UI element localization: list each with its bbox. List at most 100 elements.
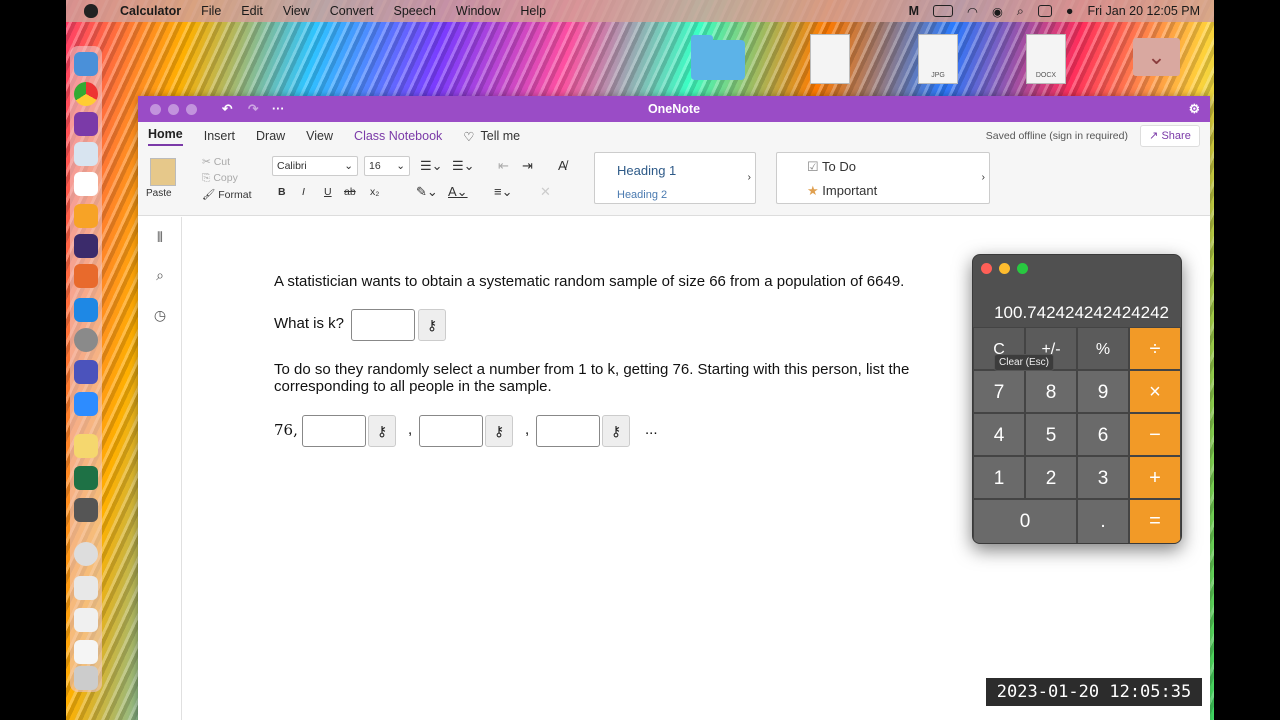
plus-button[interactable]: +: [1129, 456, 1181, 499]
siri-icon[interactable]: ●: [1066, 4, 1074, 18]
cut-button[interactable]: ✂ Cut: [202, 156, 230, 168]
style-heading-1[interactable]: Heading 1: [617, 163, 676, 178]
digit-3-button[interactable]: 3: [1077, 456, 1129, 499]
sample-answer-input[interactable]: [419, 415, 483, 447]
desktop-jpg-file-icon[interactable]: JPG: [918, 34, 958, 84]
tag-to-do[interactable]: ☑ To Do: [807, 159, 856, 175]
minimized-window-icon[interactable]: [74, 640, 98, 664]
chrome-icon[interactable]: [74, 82, 98, 106]
sample-answer-input[interactable]: [302, 415, 366, 447]
app-status-icon[interactable]: M: [909, 4, 919, 18]
clear-formatting-icon[interactable]: A̸: [558, 158, 567, 173]
wifi-icon[interactable]: ◠: [967, 4, 978, 19]
window-title-bar[interactable]: ↶ ↷ ··· OneNote ⚙: [138, 96, 1210, 122]
tags-gallery[interactable]: ☑ To Do ★ Important ›: [776, 152, 990, 204]
digit-6-button[interactable]: 6: [1077, 413, 1129, 456]
launchpad-icon[interactable]: [74, 264, 98, 288]
menu-app-name[interactable]: Calculator: [120, 4, 181, 18]
font-size-select[interactable]: 16 ⌄: [364, 156, 410, 176]
styles-gallery[interactable]: Heading 1 Heading 2 ›: [594, 152, 756, 204]
teams-icon[interactable]: [74, 360, 98, 384]
tab-view[interactable]: View: [306, 129, 333, 143]
copy-button[interactable]: ⎘ Copy: [202, 172, 238, 185]
onenote-icon[interactable]: [74, 112, 98, 136]
digit-1-button[interactable]: 1: [973, 456, 1025, 499]
search-icon[interactable]: ⌕: [152, 267, 168, 283]
digit-4-button[interactable]: 4: [973, 413, 1025, 456]
numbers-icon[interactable]: [74, 172, 98, 196]
digit-5-button[interactable]: 5: [1025, 413, 1077, 456]
tab-draw[interactable]: Draw: [256, 129, 285, 143]
strikethrough-button[interactable]: ab: [344, 186, 356, 198]
search-icon[interactable]: ⌕: [1017, 4, 1024, 19]
sample-answer-input[interactable]: [536, 415, 600, 447]
tab-home[interactable]: Home: [148, 127, 183, 146]
digit-2-button[interactable]: 2: [1025, 456, 1077, 499]
siri-app-icon[interactable]: [74, 234, 98, 258]
digit-9-button[interactable]: 9: [1077, 370, 1129, 413]
minimized-window-icon[interactable]: [74, 576, 98, 600]
trash-icon[interactable]: [74, 666, 98, 690]
user-icon[interactable]: ◉: [992, 4, 1003, 19]
divide-button[interactable]: ÷: [1129, 327, 1181, 370]
app-store-icon[interactable]: [74, 298, 98, 322]
key-icon[interactable]: ⚷: [418, 309, 446, 341]
share-button[interactable]: ↗ Share: [1140, 125, 1200, 147]
key-icon[interactable]: ⚷: [485, 415, 513, 447]
close-button[interactable]: [150, 104, 161, 115]
preview-icon[interactable]: [74, 142, 98, 166]
key-icon[interactable]: ⚷: [602, 415, 630, 447]
undo-icon[interactable]: ↶: [222, 96, 232, 122]
decimal-button[interactable]: .: [1077, 499, 1129, 543]
redo-icon[interactable]: ↷: [248, 96, 258, 122]
zoom-button[interactable]: [1017, 263, 1028, 274]
multiply-button[interactable]: ×: [1129, 370, 1181, 413]
tag-important[interactable]: ★ Important: [807, 183, 877, 199]
bullets-icon[interactable]: ☰⌄: [420, 158, 443, 174]
menu-window[interactable]: Window: [456, 4, 500, 18]
key-icon[interactable]: ⚷: [368, 415, 396, 447]
minimized-window-icon[interactable]: [74, 608, 98, 632]
digit-8-button[interactable]: 8: [1025, 370, 1077, 413]
digit-0-button[interactable]: 0: [973, 499, 1077, 543]
underline-button[interactable]: U: [324, 186, 332, 198]
italic-button[interactable]: I: [302, 186, 305, 198]
notebooks-icon[interactable]: ⫴: [152, 229, 168, 245]
minus-button[interactable]: −: [1129, 413, 1181, 456]
pencil-app-icon[interactable]: [74, 204, 98, 228]
help-icon[interactable]: [74, 542, 98, 566]
style-heading-2[interactable]: Heading 2: [617, 189, 667, 201]
k-answer-input[interactable]: [351, 309, 415, 341]
bold-button[interactable]: B: [278, 186, 286, 198]
excel-icon[interactable]: [74, 466, 98, 490]
minimize-button[interactable]: [168, 104, 179, 115]
menu-file[interactable]: File: [201, 4, 221, 18]
align-icon[interactable]: ≡⌄: [494, 184, 512, 200]
font-color-icon[interactable]: A⌄: [448, 184, 468, 200]
menu-edit[interactable]: Edit: [241, 4, 263, 18]
paste-icon[interactable]: [150, 158, 176, 186]
subscript-button[interactable]: x₂: [370, 186, 379, 198]
recent-notes-icon[interactable]: ◷: [152, 307, 168, 323]
tab-class-notebook[interactable]: Class Notebook: [354, 129, 442, 143]
font-name-select[interactable]: Calibri ⌄: [272, 156, 358, 176]
digit-7-button[interactable]: 7: [973, 370, 1025, 413]
battery-icon[interactable]: [933, 5, 954, 17]
minimize-button[interactable]: [999, 263, 1010, 274]
increase-indent-icon[interactable]: ⇥: [522, 158, 533, 174]
percent-button[interactable]: %: [1077, 327, 1129, 370]
apple-icon[interactable]: [84, 4, 98, 18]
format-painter-button[interactable]: 🖌 Format: [202, 188, 252, 201]
zoom-button[interactable]: [186, 104, 197, 115]
equals-button[interactable]: =: [1129, 499, 1181, 543]
tell-me-field[interactable]: Tell me: [481, 129, 521, 143]
decrease-indent-icon[interactable]: ⇤: [498, 158, 509, 174]
chevron-down-icon[interactable]: ⌄: [1133, 38, 1180, 76]
chevron-right-icon[interactable]: ›: [982, 171, 986, 183]
calculator-icon[interactable]: [74, 498, 98, 522]
desktop-file-icon[interactable]: [810, 34, 850, 84]
tab-insert[interactable]: Insert: [204, 129, 235, 143]
notes-icon[interactable]: [74, 434, 98, 458]
menu-clock[interactable]: Fri Jan 20 12:05 PM: [1087, 4, 1200, 18]
desktop-docx-file-icon[interactable]: DOCX: [1026, 34, 1066, 84]
